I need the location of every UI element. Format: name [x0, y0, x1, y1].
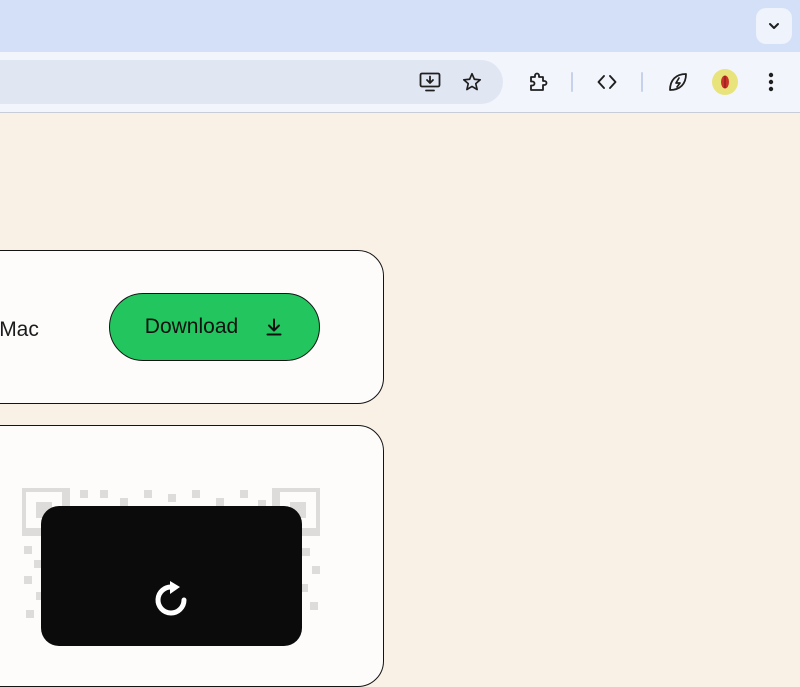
profile-avatar [712, 69, 738, 95]
download-card-text: ne Mac [0, 318, 39, 341]
install-app-icon [419, 72, 441, 92]
download-arrow-icon [266, 318, 282, 336]
bookmark-star-icon [462, 72, 482, 91]
chevron-down-icon [769, 23, 779, 29]
toolbar-separator [641, 72, 643, 92]
bookmark-button[interactable] [454, 64, 490, 100]
extensions-button[interactable] [520, 64, 556, 100]
qr-expired-overlay [41, 506, 302, 646]
performance-leaf-icon [669, 73, 687, 91]
toolbar-separator [571, 72, 573, 92]
download-button[interactable]: Download [109, 293, 320, 361]
extensions-icon [530, 72, 548, 91]
refresh-icon[interactable] [150, 578, 194, 618]
browser-tabstrip [0, 0, 800, 52]
browser-toolbar [0, 52, 800, 113]
tab-search-button[interactable] [756, 8, 792, 44]
more-menu-button[interactable] [753, 64, 789, 100]
devtools-code-icon [597, 75, 617, 89]
avatar-figure-icon [721, 75, 729, 89]
devtools-button[interactable] [589, 64, 625, 100]
more-menu-icon [768, 72, 774, 92]
profile-button[interactable] [707, 64, 743, 100]
performance-button[interactable] [660, 64, 696, 100]
install-app-button[interactable] [412, 64, 448, 100]
download-button-label: Download [144, 315, 239, 338]
